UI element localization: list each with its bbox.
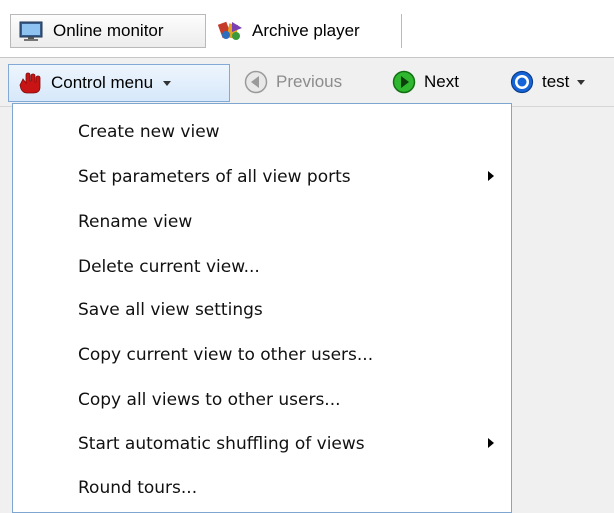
test-view-button[interactable]: test bbox=[510, 58, 586, 106]
submenu-arrow-icon bbox=[488, 438, 494, 448]
menu-item-label: Create new view bbox=[78, 122, 220, 142]
archive-player-icon bbox=[218, 20, 244, 42]
control-menu-dropdown: Create new view Set parameters of all vi… bbox=[12, 103, 512, 513]
tab-archive-player-label: Archive player bbox=[252, 21, 360, 40]
submenu-arrow-icon bbox=[488, 171, 494, 181]
next-button[interactable]: Next bbox=[392, 58, 459, 106]
toolbar: Control menu Previous Next test bbox=[0, 58, 614, 107]
menu-item-label: Delete current view... bbox=[78, 257, 260, 277]
menu-item-save-all-view-settings[interactable]: Save all view settings bbox=[13, 290, 511, 330]
menu-item-rename-view[interactable]: Rename view bbox=[13, 202, 511, 242]
menu-item-label: Set parameters of all view ports bbox=[78, 167, 351, 187]
next-arrow-icon bbox=[392, 70, 416, 94]
tab-strip: Online monitor Archive player bbox=[0, 0, 614, 58]
chevron-down-icon bbox=[577, 79, 586, 85]
next-label: Next bbox=[424, 72, 459, 91]
menu-item-label: Copy current view to other users... bbox=[78, 345, 374, 365]
menu-item-delete-current-view[interactable]: Delete current view... bbox=[13, 247, 511, 287]
radio-circle-icon bbox=[510, 70, 534, 94]
previous-button[interactable]: Previous bbox=[244, 58, 342, 106]
previous-label: Previous bbox=[276, 72, 343, 91]
control-menu-label: Control menu bbox=[51, 73, 154, 92]
menu-item-label: Start automatic shuffling of views bbox=[78, 434, 365, 454]
previous-arrow-icon bbox=[244, 70, 268, 94]
test-view-label: test bbox=[542, 72, 570, 91]
red-hand-icon bbox=[17, 71, 41, 95]
chevron-down-icon bbox=[163, 80, 172, 86]
menu-item-start-shuffling[interactable]: Start automatic shuffling of views bbox=[13, 424, 511, 464]
menu-item-label: Rename view bbox=[78, 212, 193, 232]
menu-item-copy-current-view[interactable]: Copy current view to other users... bbox=[13, 335, 511, 375]
menu-item-round-tours[interactable]: Round tours... bbox=[13, 468, 511, 508]
menu-item-create-new-view[interactable]: Create new view bbox=[13, 112, 511, 152]
tab-archive-player[interactable]: Archive player bbox=[212, 14, 402, 48]
menu-item-label: Save all view settings bbox=[78, 300, 263, 320]
tab-online-monitor[interactable]: Online monitor bbox=[10, 14, 206, 48]
menu-item-set-parameters[interactable]: Set parameters of all view ports bbox=[13, 157, 511, 197]
menu-item-label: Round tours... bbox=[78, 478, 198, 498]
monitor-icon bbox=[19, 20, 45, 42]
menu-item-label: Copy all views to other users... bbox=[78, 390, 341, 410]
control-menu-button[interactable]: Control menu bbox=[8, 64, 230, 102]
tab-online-monitor-label: Online monitor bbox=[53, 21, 164, 40]
menu-item-copy-all-views[interactable]: Copy all views to other users... bbox=[13, 380, 511, 420]
